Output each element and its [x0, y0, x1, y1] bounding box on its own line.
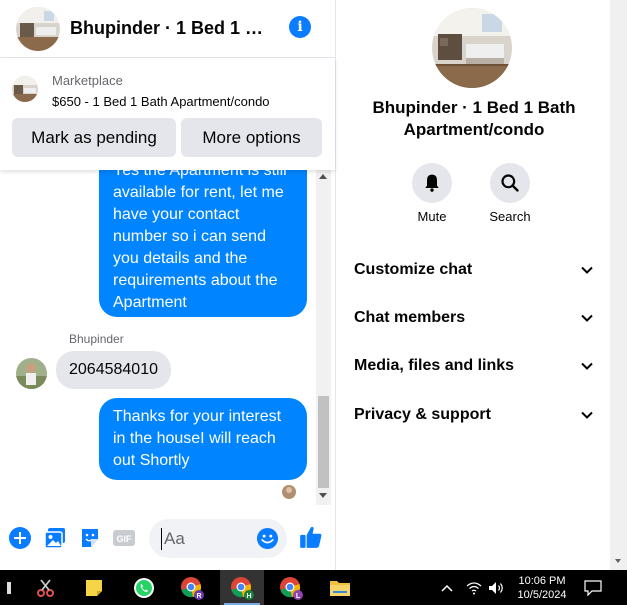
chrome-icon: R	[181, 576, 204, 600]
chrome-icon: L	[280, 576, 303, 600]
listing-title[interactable]: $650 - 1 Bed 1 Bath Apartment/condo	[52, 94, 270, 109]
menu-label: Privacy & support	[354, 406, 491, 423]
svg-text:GIF: GIF	[117, 534, 133, 544]
scissors-icon	[37, 578, 54, 597]
message-list: Yes the Apartment is still available for…	[0, 170, 335, 505]
sender-avatar[interactable]	[16, 358, 47, 389]
whatsapp-icon	[134, 577, 154, 598]
clock-date: 10/5/2024	[517, 589, 567, 601]
composer: GIF	[0, 512, 335, 564]
mute-label: Mute	[417, 209, 447, 224]
outgoing-message[interactable]: Thanks for your interest in the houseI w…	[99, 398, 307, 480]
scroll-down-arrow-icon[interactable]	[319, 493, 327, 498]
photo-icon[interactable]	[43, 526, 67, 550]
mark-as-pending-button[interactable]: Mark as pending	[12, 118, 176, 157]
chrome-icon: H	[231, 576, 254, 600]
taskbar-chrome-profile-l[interactable]: L	[269, 570, 313, 605]
listing-photo[interactable]	[432, 8, 512, 88]
marketplace-card: Marketplace $650 - 1 Bed 1 Bath Apartmen…	[0, 58, 335, 170]
message-scrollbar[interactable]	[316, 170, 331, 505]
chevron-down-icon	[581, 411, 593, 419]
marketplace-label: Marketplace	[52, 73, 123, 88]
scroll-up-arrow-icon[interactable]	[319, 174, 327, 179]
wifi-icon[interactable]	[466, 581, 482, 595]
chevron-down-icon	[581, 362, 593, 370]
search-button[interactable]	[490, 163, 530, 203]
clock-time: 10:06 PM	[518, 575, 566, 587]
sender-name: Bhupinder	[69, 332, 124, 346]
menu-label: Media, files and links	[354, 357, 515, 374]
message-input-container[interactable]	[149, 519, 287, 558]
taskbar-clock[interactable]: 10:06 PM 10/5/2024	[507, 574, 577, 602]
menu-media-files-links[interactable]: Media, files and links	[354, 351, 594, 381]
search-action[interactable]: Search	[480, 163, 540, 224]
listing-thumbnail[interactable]	[12, 76, 38, 102]
emoji-icon[interactable]	[256, 527, 279, 550]
chat-pane: Bhupinder · 1 Bed 1 B... i Marketplace $…	[0, 0, 336, 570]
chevron-up-icon[interactable]	[440, 583, 454, 593]
gif-icon[interactable]: GIF	[112, 526, 136, 550]
taskbar-file-explorer[interactable]	[318, 570, 362, 605]
mute-action[interactable]: Mute	[402, 163, 462, 224]
menu-label: Customize chat	[354, 261, 473, 278]
chat-header: Bhupinder · 1 Bed 1 B... i	[0, 0, 335, 58]
notification-icon	[584, 579, 602, 596]
screen: Bhupinder · 1 Bed 1 B... i Marketplace $…	[0, 0, 627, 605]
message-input[interactable]	[161, 528, 251, 550]
conversation-title: Bhupinder · 1 Bed 1 Bath Apartment/condo	[372, 98, 576, 139]
notification-center[interactable]	[584, 570, 602, 605]
menu-chat-members[interactable]: Chat members	[354, 303, 594, 333]
profile-badge: R	[196, 593, 201, 600]
seen-receipt-avatar	[282, 485, 296, 499]
plus-icon[interactable]	[8, 526, 32, 550]
sticker-icon[interactable]	[78, 526, 102, 550]
taskbar-whatsapp[interactable]	[122, 570, 166, 605]
system-tray	[440, 570, 506, 605]
window-scrollbar[interactable]	[610, 0, 627, 570]
info-icon[interactable]: i	[289, 16, 311, 38]
profile-badge: L	[296, 593, 301, 600]
windows-taskbar: R H L 10:06 PM 10/5/2024	[0, 570, 627, 605]
profile-badge: H	[246, 593, 251, 600]
incoming-message[interactable]: 2064584010	[56, 351, 171, 389]
taskbar-sticky-notes[interactable]	[72, 570, 116, 605]
scroll-thumb[interactable]	[318, 396, 329, 488]
sticky-note-icon	[86, 579, 102, 596]
chat-title[interactable]: Bhupinder · 1 Bed 1 B...	[70, 18, 270, 39]
menu-privacy-support[interactable]: Privacy & support	[354, 400, 594, 430]
listing-avatar[interactable]	[16, 6, 60, 51]
search-label: Search	[489, 209, 531, 224]
app-icon	[7, 581, 11, 594]
more-options-button[interactable]: More options	[181, 118, 322, 157]
menu-label: Chat members	[354, 309, 466, 326]
volume-icon[interactable]	[488, 581, 506, 595]
scroll-down-arrow-icon[interactable]	[615, 559, 621, 563]
conversation-info-pane: Bhupinder · 1 Bed 1 Bath Apartment/condo…	[336, 0, 610, 570]
search-icon	[501, 174, 519, 192]
folder-icon	[330, 580, 350, 596]
taskbar-chrome-profile-h[interactable]: H	[220, 570, 264, 605]
menu-customize-chat[interactable]: Customize chat	[354, 255, 594, 285]
bell-icon	[425, 174, 439, 192]
chevron-down-icon	[581, 266, 593, 274]
outgoing-message[interactable]: Yes the Apartment is still available for…	[99, 170, 307, 317]
mute-button[interactable]	[412, 163, 452, 203]
taskbar-snipping-tool[interactable]	[24, 570, 68, 605]
thumbs-up-icon[interactable]	[298, 524, 324, 550]
taskbar-chrome-profile-r[interactable]: R	[170, 570, 214, 605]
chevron-down-icon	[581, 314, 593, 322]
